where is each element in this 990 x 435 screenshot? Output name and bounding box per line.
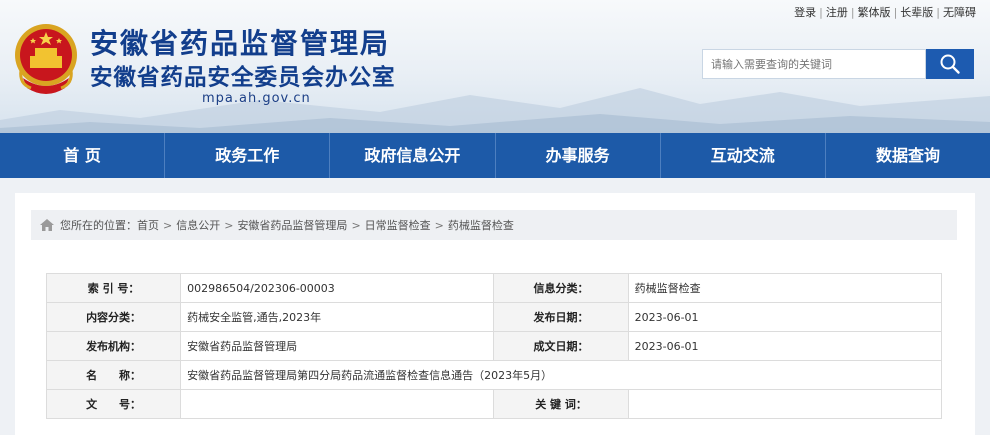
table-row: 内容分类： 药械安全监管,通告,2023年 发布日期： 2023-06-01 [45,302,943,332]
nav-government-work[interactable]: 政务工作 [164,133,329,178]
breadcrumb: 您所在的位置： 首页 > 信息公开 > 安徽省药品监督管理局 > 日常监督检查 … [31,210,957,240]
breadcrumb-info-disclosure[interactable]: 信息公开 [176,217,220,233]
divider: | [936,5,940,19]
name-label: 名 称： [45,360,182,390]
national-emblem [15,24,77,94]
created-date-label: 成文日期： [493,331,629,361]
index-value: 002986504/202306-00003 [180,273,495,303]
publish-date-value: 2023-06-01 [627,302,943,332]
search-icon [940,54,960,74]
content-panel: 您所在的位置： 首页 > 信息公开 > 安徽省药品监督管理局 > 日常监督检查 … [15,193,975,435]
breadcrumb-home[interactable]: 首页 [137,217,159,233]
traditional-chinese-link[interactable]: 繁体版 [858,4,891,20]
divider: | [819,5,823,19]
divider: | [850,5,855,19]
name-value: 安徽省药品监督管理局第四分局药品流通监督检查信息通告（2023年5月） [180,360,942,390]
login-link[interactable]: 登录 [794,4,816,20]
accessibility-link[interactable]: 无障碍 [943,4,976,20]
doc-number-label: 文 号： [45,389,182,419]
content-category-label: 内容分类： [45,302,182,332]
main-nav: 首 页 政务工作 政府信息公开 办事服务 互动交流 数据查询 [0,133,990,178]
publisher-label: 发布机构： [45,331,182,361]
content-category-value: 药械安全监管,通告,2023年 [180,302,495,332]
breadcrumb-device-inspection[interactable]: 药械监督检查 [448,217,514,233]
created-date-value: 2023-06-01 [627,331,943,361]
publisher-value: 安徽省药品监督管理局 [180,331,495,361]
breadcrumb-prefix: 您所在的位置： [60,219,137,232]
search-button[interactable] [926,49,974,79]
table-row: 发布机构： 安徽省药品监督管理局 成文日期： 2023-06-01 [45,331,943,361]
breadcrumb-separator: > [163,218,173,232]
breadcrumb-daily-inspection[interactable]: 日常监督检查 [365,217,431,233]
breadcrumb-separator: > [351,218,361,232]
breadcrumb-agency[interactable]: 安徽省药品监督管理局 [237,217,347,233]
breadcrumb-separator: > [224,218,234,232]
site-subtitle: 安徽省药品安全委员会办公室 [90,65,396,91]
keywords-label: 关 键 词： [493,389,629,419]
category-value: 药械监督检查 [627,273,943,303]
keywords-value [627,389,943,419]
breadcrumb-separator: > [434,218,444,232]
publish-date-label: 发布日期： [493,302,629,332]
doc-number-value [180,389,495,419]
nav-info-disclosure[interactable]: 政府信息公开 [329,133,494,178]
site-title: 安徽省药品监督管理局 [90,27,391,60]
search-input[interactable] [702,49,926,79]
category-label: 信息分类： [493,273,629,303]
elderly-mode-link[interactable]: 长辈版 [900,4,933,20]
index-label: 索 引 号： [45,273,182,303]
table-row: 索 引 号： 002986504/202306-00003 信息分类： 药械监督… [45,273,943,303]
search-box [702,49,974,79]
table-row: 名 称： 安徽省药品监督管理局第四分局药品流通监督检查信息通告（2023年5月） [45,360,942,390]
site-header: 安徽省药品监督管理局 安徽省药品安全委员会办公室 mpa.ah.gov.cn 登… [0,0,990,133]
top-links: 登录 | 注册 | 繁体版 | 长辈版 | 无障碍 [794,4,976,20]
table-row: 文 号： 关 键 词： [45,389,943,419]
divider: | [893,5,898,19]
site-domain: mpa.ah.gov.cn [202,91,311,106]
register-link[interactable]: 注册 [826,4,848,20]
nav-home[interactable]: 首 页 [0,133,164,178]
nav-interaction[interactable]: 互动交流 [659,133,825,178]
nav-services[interactable]: 办事服务 [494,133,660,178]
nav-data-query[interactable]: 数据查询 [824,133,990,178]
document-meta-table: 索 引 号： 002986504/202306-00003 信息分类： 药械监督… [45,273,943,419]
home-icon [39,218,55,232]
